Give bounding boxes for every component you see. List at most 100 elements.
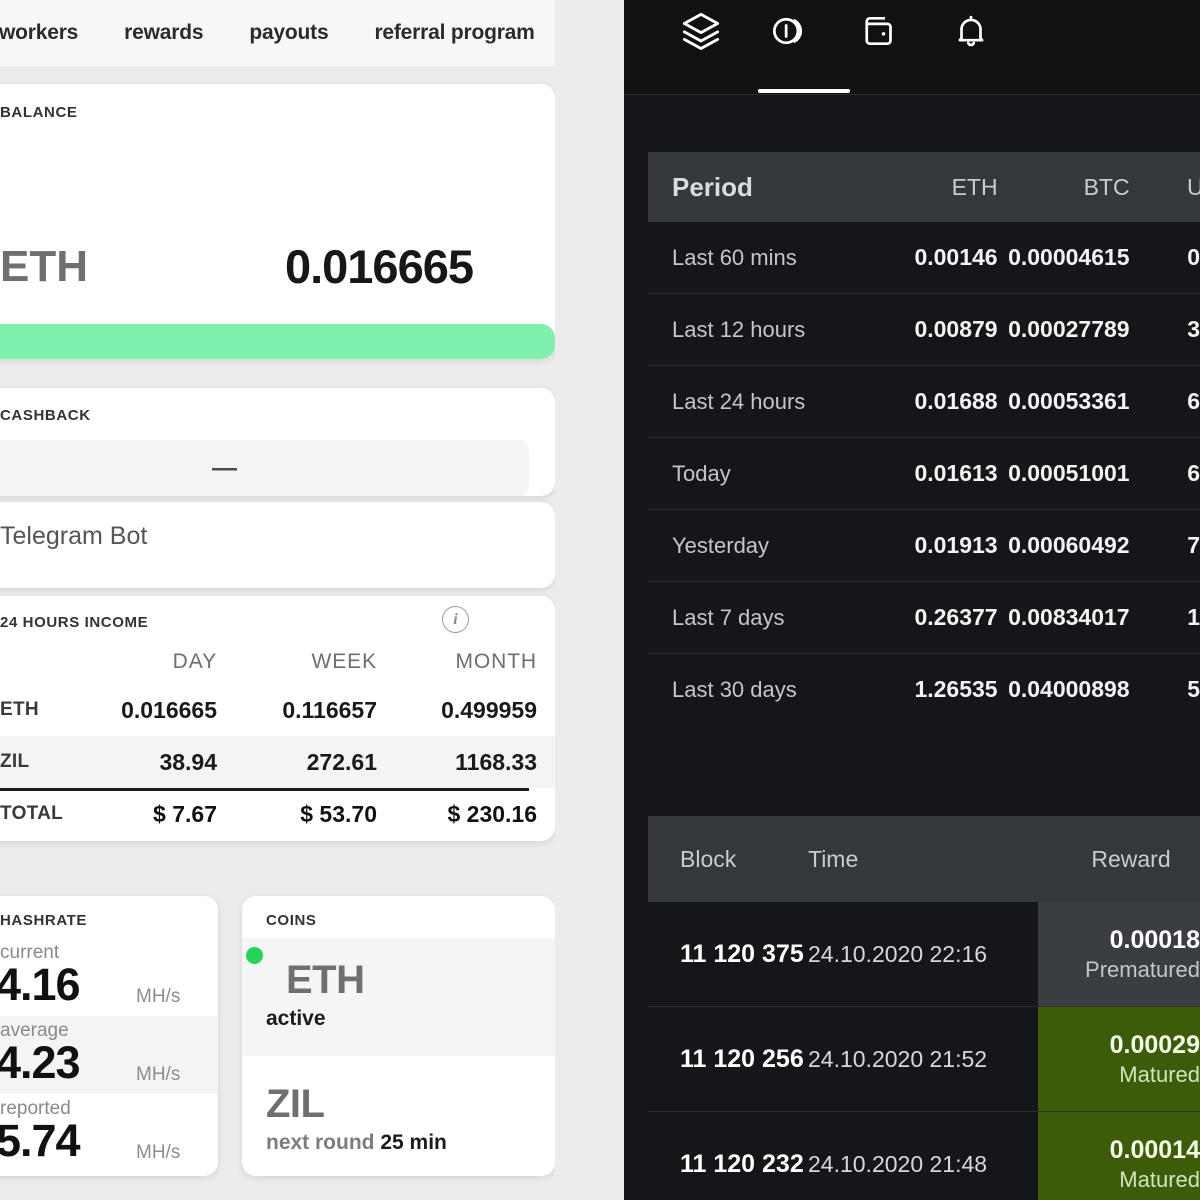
period-table-header-btc: BTC <box>1083 173 1130 200</box>
table-row[interactable]: Today 0.01613 0.00051001 6 <box>648 438 1200 510</box>
income-row-zil-month: 1168.33 <box>455 748 537 775</box>
cashback-card: CASHBACK — <box>0 388 555 496</box>
hashrate-row-average-unit: MH/s <box>136 1064 181 1085</box>
table-row[interactable]: Last 12 hours 0.00879 0.00027789 3 <box>648 294 1200 366</box>
period-row-4-usd: 7 <box>1187 532 1200 558</box>
hashrate-row-reported: reported 5.74 MH/s <box>0 1094 218 1172</box>
period-table-header-usd: USD <box>1130 174 1200 201</box>
income-row-total: TOTAL $ 7.67 $ 53.70 $ 230.16 <box>0 788 555 840</box>
balance-row-zil[interactable]: ZIL 38.9442 <box>0 324 555 359</box>
top-navigation-bar: workers rewards payouts referral program <box>0 0 624 66</box>
table-row[interactable]: Yesterday 0.01913 0.00060492 7 <box>648 510 1200 582</box>
blocks-row-0-reward: 0.00018 Prematured <box>1038 902 1200 1006</box>
hashrate-card: HASHRATE current 4.16 MH/s average 4.23 … <box>0 896 218 1176</box>
table-row[interactable]: Last 60 mins 0.00146 0.00004615 0 <box>648 222 1200 294</box>
blocks-row-1-amount: 0.00029 <box>1109 1030 1200 1059</box>
income-row-eth-day: 0.016665 <box>121 696 217 723</box>
period-row-1-eth: 0.00879 <box>914 316 998 342</box>
coin-row-zil-name: ZIL <box>266 1082 325 1126</box>
hashrate-row-current: current 4.16 MH/s <box>0 938 218 1016</box>
table-row[interactable]: Last 7 days 0.26377 0.00834017 1 <box>648 582 1200 654</box>
income-row-zil: ZIL 38.94 272.61 1168.33 <box>0 736 555 788</box>
table-row[interactable]: 11 120 375 24.10.2020 22:16 0.00018 Prem… <box>648 902 1200 1007</box>
nav-tab-rewards-label: rewards <box>124 21 204 44</box>
coin-row-zil-status-value: 25 min <box>380 1131 447 1154</box>
period-row-6-eth: 1.26535 <box>914 676 998 702</box>
period-table-header-eth: ETH <box>951 173 998 200</box>
coin-row-eth-name: ETH <box>286 958 365 1002</box>
info-icon[interactable]: i <box>442 606 469 633</box>
income-card: 24 HOURS INCOME i DAY WEEK MONTH ETH 0.0… <box>0 596 555 841</box>
dark-panel-icon-strip <box>678 8 994 54</box>
blocks-row-0-time: 24.10.2020 22:16 <box>808 940 988 967</box>
income-row-eth-month: 0.499959 <box>441 696 537 723</box>
coin-row-eth[interactable]: ETH active <box>242 938 555 1056</box>
coins-icon[interactable] <box>768 8 814 54</box>
balance-row-eth[interactable]: ETH 0.016665 <box>0 214 555 319</box>
status-badge: Matured <box>1119 1061 1200 1087</box>
status-dot-green-icon <box>246 947 263 964</box>
period-row-2-label: Last 24 hours <box>672 388 806 414</box>
balance-card: BALANCE ETH 0.016665 ZIL 38.9442 <box>0 84 555 359</box>
nav-tab-rewards[interactable]: rewards <box>101 0 226 66</box>
blocks-row-1-time: 24.10.2020 21:52 <box>808 1045 988 1072</box>
period-row-2-usd: 6 <box>1187 388 1200 414</box>
income-grid: DAY WEEK MONTH ETH 0.016665 0.116657 0.4… <box>0 640 555 840</box>
period-row-5-btc: 0.00834017 <box>1008 604 1130 630</box>
income-col-day: DAY <box>172 650 217 673</box>
nav-tab-workers-label: workers <box>0 21 79 44</box>
income-row-eth-label: ETH <box>0 699 39 720</box>
period-table-header: Period ETH BTC USD <box>648 152 1200 222</box>
nav-tab-payouts[interactable]: payouts <box>226 0 351 66</box>
blocks-row-2-reward: 0.00014 Matured <box>1038 1112 1200 1200</box>
nav-tab-workers[interactable]: workers <box>0 0 101 66</box>
period-row-4-btc: 0.00060492 <box>1008 532 1130 558</box>
cashback-card-title: CASHBACK <box>0 407 91 424</box>
period-row-1-btc: 0.00027789 <box>1008 316 1130 342</box>
table-row[interactable]: Last 30 days 1.26535 0.04000898 5 <box>648 654 1200 725</box>
cashback-value-strip: — <box>0 440 529 496</box>
screenshot-root: workers rewards payouts referral program… <box>0 0 1200 1200</box>
period-table: Period ETH BTC USD Last 60 mins 0.00146 … <box>648 152 1200 725</box>
cashback-value: — <box>212 453 237 482</box>
coin-row-zil-status: next round 25 min <box>266 1131 555 1155</box>
layers-icon[interactable] <box>678 8 724 54</box>
coin-row-zil-status-prefix: next round <box>266 1131 381 1154</box>
hashrate-row-reported-value: 5.74 <box>0 1115 81 1166</box>
income-col-month: MONTH <box>455 650 537 673</box>
blocks-row-2-amount: 0.00014 <box>1109 1135 1200 1164</box>
period-row-4-label: Yesterday <box>672 532 770 558</box>
period-table-header-usd-text: USD <box>1187 173 1200 200</box>
nav-tab-referral-program[interactable]: referral program <box>351 0 557 66</box>
table-row[interactable]: Last 24 hours 0.01688 0.00053361 6 <box>648 366 1200 438</box>
period-row-2-btc: 0.00053361 <box>1008 388 1130 414</box>
income-row-total-day: $ 7.67 <box>153 800 217 827</box>
coin-row-zil[interactable]: ZIL next round 25 min <box>242 1056 555 1176</box>
balance-card-title: BALANCE <box>0 104 78 121</box>
period-row-1-label: Last 12 hours <box>672 316 806 342</box>
income-card-title: 24 HOURS INCOME <box>0 614 149 631</box>
blocks-table-header: Block Time Reward <box>648 816 1200 902</box>
period-row-0-usd: 0 <box>1187 244 1200 270</box>
income-row-eth: ETH 0.016665 0.116657 0.499959 <box>0 684 555 736</box>
blocks-table-header-time: Time <box>808 845 859 872</box>
period-row-2-eth: 0.01688 <box>914 388 998 414</box>
telegram-bot-card[interactable]: Telegram Bot <box>0 502 555 588</box>
wallet-icon[interactable] <box>858 8 904 54</box>
period-row-3-label: Today <box>672 460 731 486</box>
period-row-5-usd: 1 <box>1187 604 1200 630</box>
income-header-row: DAY WEEK MONTH <box>0 640 555 684</box>
income-row-eth-week: 0.116657 <box>282 696 377 723</box>
period-row-3-usd: 6 <box>1187 460 1200 486</box>
blocks-table-header-reward: Reward <box>1091 845 1171 872</box>
income-row-zil-day: 38.94 <box>159 748 217 775</box>
blocks-table-header-block: Block <box>680 845 737 872</box>
table-row[interactable]: 11 120 232 24.10.2020 21:48 0.00014 Matu… <box>648 1112 1200 1200</box>
blocks-row-1-reward: 0.00029 Matured <box>1038 1007 1200 1111</box>
income-row-total-label: TOTAL <box>0 803 64 824</box>
table-row[interactable]: 11 120 256 24.10.2020 21:52 0.00029 Matu… <box>648 1007 1200 1112</box>
income-row-total-month: $ 230.16 <box>447 800 537 827</box>
blocks-row-0-amount: 0.00018 <box>1109 925 1200 954</box>
balance-row-eth-value: 0.016665 <box>284 240 474 293</box>
bell-icon[interactable] <box>948 8 994 54</box>
